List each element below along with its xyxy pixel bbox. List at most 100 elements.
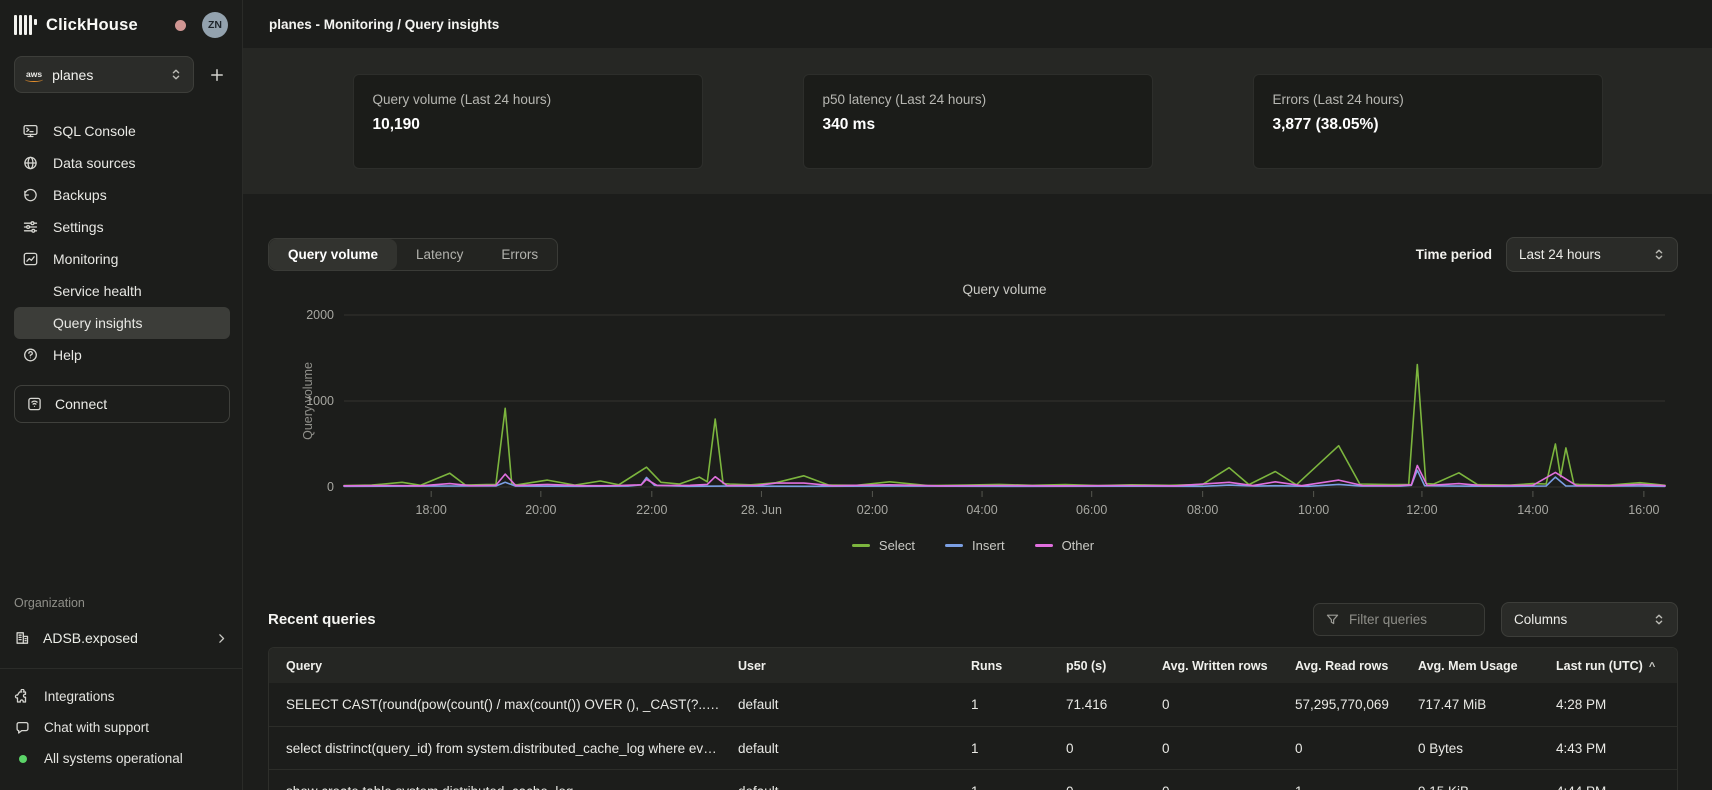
chart-icon (22, 251, 40, 267)
stat-value: 3,877 (38.05%) (1273, 116, 1583, 134)
legend-label: Other (1062, 538, 1095, 553)
legend-label: Select (879, 538, 915, 553)
sidebar-item-monitoring[interactable]: Monitoring (14, 243, 230, 275)
chart-canvas[interactable]: Query volumeQuery volume01000200018:0020… (268, 276, 1678, 534)
clickhouse-logo-icon (14, 15, 37, 35)
content: Query volumeLatencyErrors Time period La… (243, 194, 1712, 790)
table-cell: default (721, 697, 954, 712)
filter-queries-input[interactable] (1349, 612, 1459, 627)
chart-title: Query volume (962, 282, 1046, 297)
organization-name: ADSB.exposed (43, 630, 138, 646)
sidebar-item-system-status[interactable]: All systems operational (14, 743, 228, 774)
table-cell: 9.15 KiB (1401, 784, 1539, 790)
x-tick-label: 04:00 (966, 503, 997, 517)
sidebar-item-help[interactable]: Help (14, 339, 230, 371)
table-cell: 0 (1278, 741, 1401, 756)
time-controls: Time period Last 24 hours (1416, 237, 1678, 272)
user-avatar[interactable]: ZN (202, 12, 228, 38)
sidebar-item-label: SQL Console (53, 123, 136, 139)
sidebar-item-backups[interactable]: Backups (14, 179, 230, 211)
sidebar-item-query-insights[interactable]: Query insights (14, 307, 230, 339)
table-cell: 4:43 PM (1539, 741, 1678, 756)
table-cell: 1 (954, 741, 1049, 756)
sidebar-item-label: Settings (53, 219, 104, 235)
sidebar: ClickHouse ZN aws planes SQL Console Data… (0, 0, 243, 790)
table-header-row: QueryUserRunsp50 (s)Avg. Written rowsAvg… (269, 648, 1677, 683)
columns-select[interactable]: Columns (1501, 602, 1678, 637)
legend-item-select[interactable]: Select (852, 538, 915, 553)
legend-swatch (852, 544, 870, 547)
x-tick-label: 14:00 (1517, 503, 1548, 517)
table-cell: default (721, 741, 954, 756)
sidebar-item-sql-console[interactable]: SQL Console (14, 115, 230, 147)
sidebar-item-service-health[interactable]: Service health (14, 275, 230, 307)
sidebar-item-chat-with-support[interactable]: Chat with support (14, 712, 228, 743)
table-cell: 4:44 PM (1539, 784, 1678, 790)
x-tick-label: 16:00 (1628, 503, 1659, 517)
table-cell: default (721, 784, 954, 790)
sort-ascending-icon: ^ (1649, 661, 1655, 673)
table-row[interactable]: show create table system.distributed_cac… (269, 769, 1677, 790)
stat-value: 10,190 (373, 116, 683, 134)
column-header[interactable]: Runs (954, 659, 1049, 673)
sidebar-item-integrations[interactable]: Integrations (14, 681, 228, 712)
table-cell: 0 (1145, 697, 1278, 712)
x-tick-label: 02:00 (857, 503, 888, 517)
organization-section: Organization ADSB.exposed (0, 596, 242, 654)
x-tick-label: 12:00 (1406, 503, 1437, 517)
table-cell: 0 (1049, 784, 1145, 790)
chevron-updown-icon (1653, 248, 1665, 261)
column-header[interactable]: Avg. Written rows (1145, 659, 1278, 673)
recent-queries-header: Recent queries Columns (268, 602, 1678, 637)
organization-switcher[interactable]: ADSB.exposed (14, 622, 228, 654)
funnel-icon (1325, 612, 1340, 627)
brand-name: ClickHouse (46, 16, 138, 35)
notification-dot[interactable] (175, 20, 186, 31)
sidebar-nav: SQL Console Data sources Backups Settings Mo… (0, 115, 242, 371)
legend-item-other[interactable]: Other (1035, 538, 1095, 553)
time-period-select[interactable]: Last 24 hours (1506, 237, 1678, 272)
organization-label: Organization (14, 596, 228, 610)
sidebar-item-label: Data sources (53, 155, 135, 171)
column-header[interactable]: Query (269, 659, 721, 673)
x-tick-label: 10:00 (1298, 503, 1329, 517)
column-header[interactable]: Avg. Read rows (1278, 659, 1401, 673)
legend-item-insert[interactable]: Insert (945, 538, 1005, 553)
stats-band: Query volume (Last 24 hours) 10,190 p50 … (243, 48, 1712, 194)
tab-query-volume[interactable]: Query volume (269, 239, 397, 270)
sidebar-item-settings[interactable]: Settings (14, 211, 230, 243)
terminal-icon (22, 123, 40, 139)
sidebar-item-data-sources[interactable]: Data sources (14, 147, 230, 179)
x-tick-label: 18:00 (416, 503, 447, 517)
project-name: planes (52, 67, 93, 83)
tab-errors[interactable]: Errors (482, 239, 557, 270)
x-tick-label: 06:00 (1076, 503, 1107, 517)
table-row[interactable]: SELECT CAST(round(pow(count() / max(coun… (269, 683, 1677, 726)
sidebar-item-label: All systems operational (44, 751, 183, 766)
legend-swatch (945, 544, 963, 547)
column-header[interactable]: User (721, 659, 954, 673)
sidebar-header: ClickHouse ZN (0, 0, 242, 46)
query-cell: show create table system.distributed_cac… (269, 784, 721, 790)
x-tick-label: 22:00 (636, 503, 667, 517)
legend-label: Insert (972, 538, 1005, 553)
filter-queries-box (1313, 603, 1485, 636)
project-select[interactable]: aws planes (14, 56, 194, 93)
stat-label: p50 latency (Last 24 hours) (823, 92, 1133, 107)
recent-queries-table: QueryUserRunsp50 (s)Avg. Written rowsAvg… (268, 647, 1678, 790)
sidebar-item-label: Service health (53, 283, 142, 299)
legend-swatch (1035, 544, 1053, 547)
topbar: planes - Monitoring / Query insights (243, 0, 1712, 48)
column-header[interactable]: Last run (UTC)^ (1539, 659, 1678, 673)
sidebar-footer: IntegrationsChat with support All systems… (0, 681, 242, 790)
add-service-button[interactable] (206, 64, 228, 86)
recent-queries-title: Recent queries (268, 611, 376, 628)
column-header[interactable]: p50 (s) (1049, 659, 1145, 673)
column-header[interactable]: Avg. Mem Usage (1401, 659, 1539, 673)
tab-latency[interactable]: Latency (397, 239, 482, 270)
chart-controls-row: Query volumeLatencyErrors Time period La… (268, 237, 1678, 272)
table-row[interactable]: select distrinct(query_id) from system.d… (269, 726, 1677, 769)
building-icon (14, 630, 31, 646)
connect-button[interactable]: Connect (14, 385, 230, 423)
series-other (344, 466, 1665, 486)
